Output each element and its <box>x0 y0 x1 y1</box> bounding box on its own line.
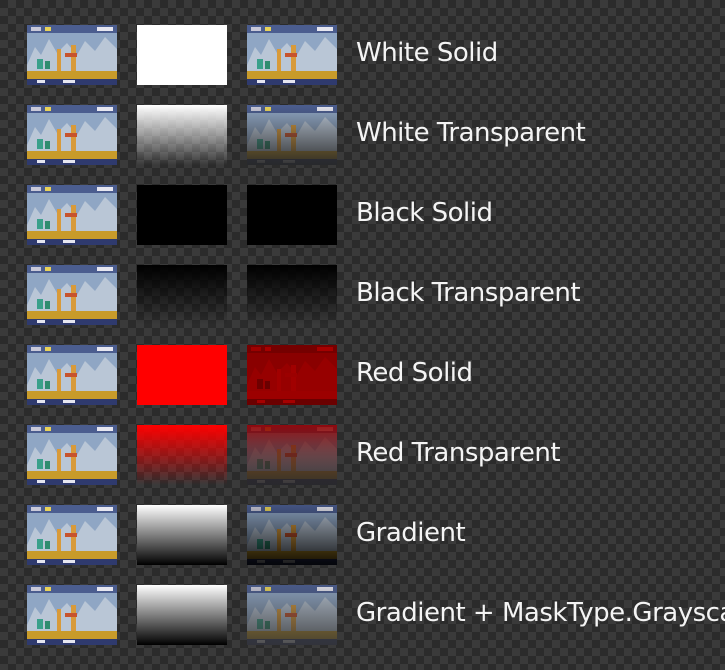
row-label: Red Solid <box>356 358 473 388</box>
game-thumbnail <box>27 185 117 245</box>
game-thumbnail <box>27 345 117 405</box>
row-label: Black Solid <box>356 198 493 228</box>
source-image <box>27 505 117 565</box>
row-label: White Transparent <box>356 118 586 148</box>
row-label: Black Transparent <box>356 278 581 308</box>
mask-preview <box>137 425 227 485</box>
game-thumbnail <box>27 265 117 325</box>
demo-row: Black Solid <box>0 185 725 247</box>
demo-row: Gradient + MaskType.Grayscale <box>0 585 725 647</box>
result-preview <box>247 265 337 325</box>
game-thumbnail <box>27 105 117 165</box>
result-preview <box>247 105 337 165</box>
demo-row: Black Transparent <box>0 265 725 327</box>
demo-row: Red Transparent <box>0 425 725 487</box>
masked-game-image <box>247 25 337 85</box>
source-image <box>27 185 117 245</box>
mask-preview <box>137 25 227 85</box>
mask-preview <box>137 105 227 165</box>
source-image <box>27 345 117 405</box>
mask-preview <box>137 505 227 565</box>
mask-preview <box>137 345 227 405</box>
source-image <box>27 25 117 85</box>
source-image <box>27 265 117 325</box>
row-label: White Solid <box>356 38 498 68</box>
game-thumbnail <box>27 25 117 85</box>
row-label: Gradient + MaskType.Grayscale <box>356 598 725 628</box>
demo-row: Gradient <box>0 505 725 567</box>
game-thumbnail <box>27 425 117 485</box>
result-preview <box>247 505 337 565</box>
source-image <box>27 585 117 645</box>
result-preview <box>247 585 337 645</box>
result-preview <box>247 425 337 485</box>
mask-preview <box>137 265 227 325</box>
game-thumbnail <box>27 585 117 645</box>
source-image <box>27 105 117 165</box>
result-preview <box>247 185 337 245</box>
row-label: Red Transparent <box>356 438 561 468</box>
source-image <box>27 425 117 485</box>
demo-row: White Transparent <box>0 105 725 167</box>
mask-preview <box>137 185 227 245</box>
result-preview <box>247 25 337 85</box>
row-label: Gradient <box>356 518 466 548</box>
demo-row: White Solid <box>0 25 725 87</box>
mask-preview <box>137 585 227 645</box>
game-thumbnail <box>27 505 117 565</box>
demo-row: Red Solid <box>0 345 725 407</box>
result-preview <box>247 345 337 405</box>
